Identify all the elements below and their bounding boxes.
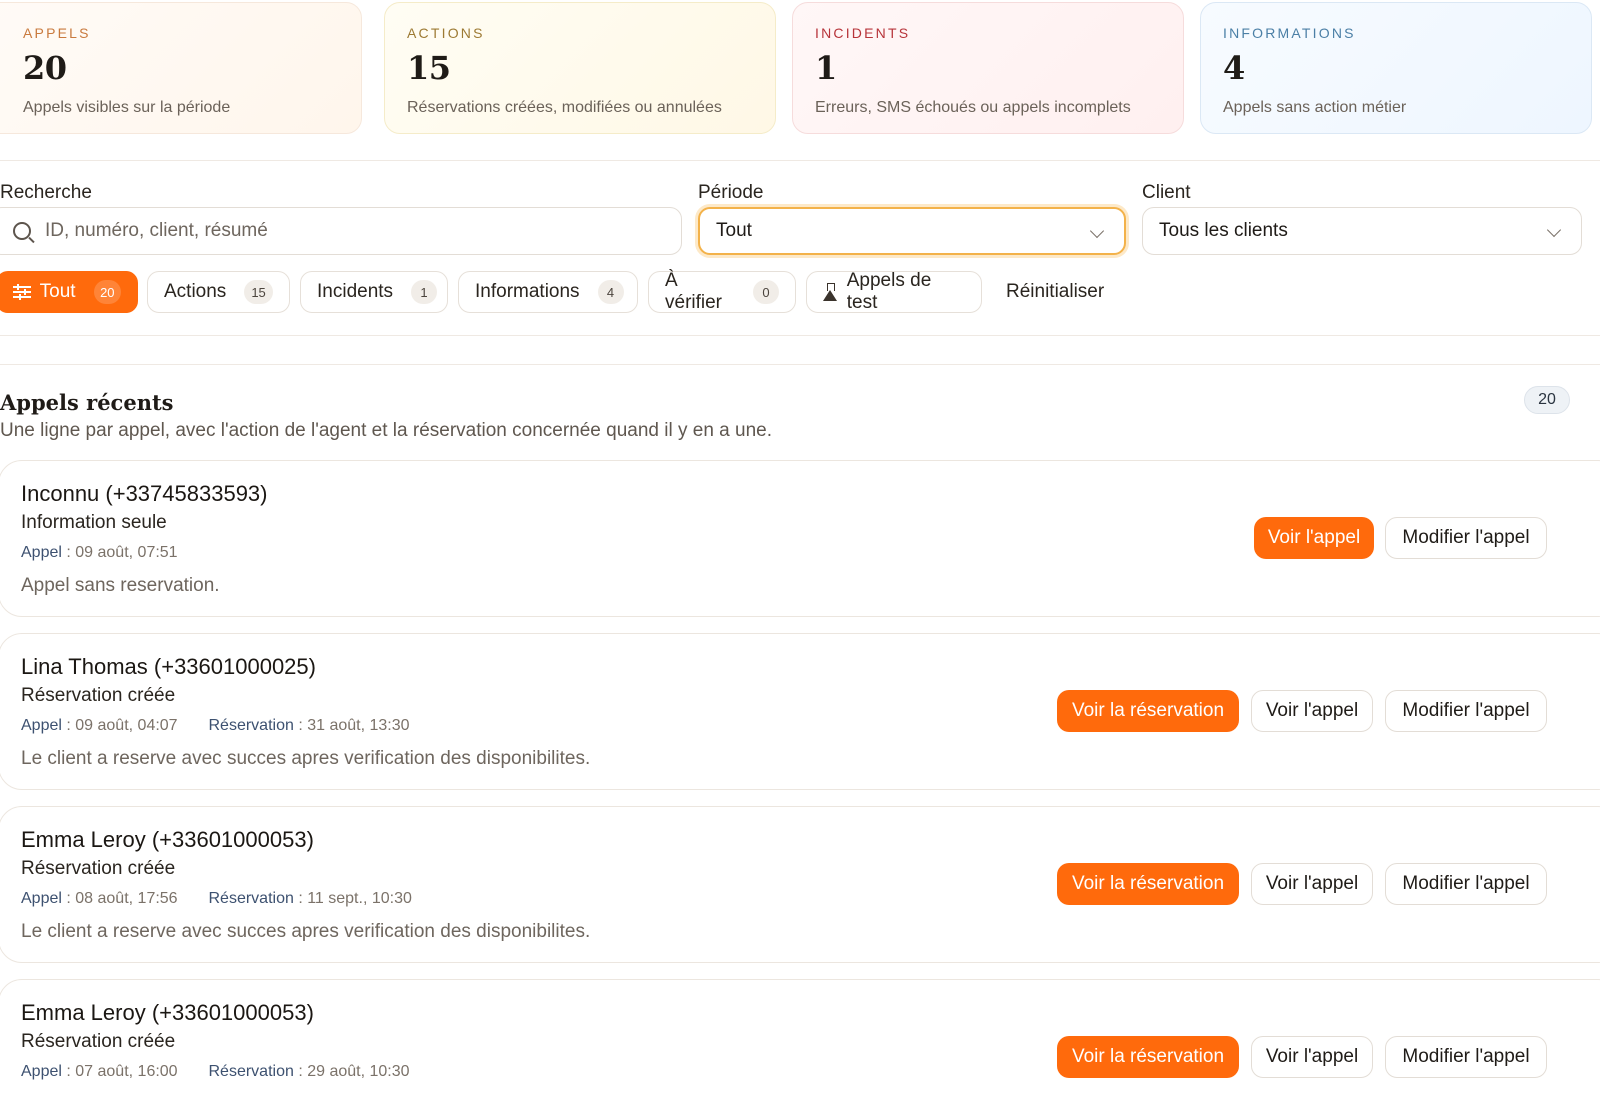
- period-value: Tout: [716, 220, 752, 241]
- client-value: Tous les clients: [1159, 220, 1288, 241]
- client-select[interactable]: Tous les clients: [1142, 207, 1582, 255]
- call-time-label: Appel: [21, 544, 62, 561]
- call-time: : 07 août, 16:00: [66, 1063, 178, 1080]
- reservation-time-label: Réservation: [208, 890, 294, 907]
- call-time: : 08 août, 17:56: [66, 890, 178, 907]
- call-summary: Le client a reserve avec succes apres ve…: [21, 748, 591, 769]
- edit-call-button[interactable]: Modifier l'appel: [1385, 690, 1547, 732]
- call-time-label: Appel: [21, 717, 62, 734]
- call-time-label: Appel: [21, 1063, 62, 1080]
- view-reservation-button[interactable]: Voir la réservation: [1057, 690, 1239, 732]
- stat-value: 1: [815, 49, 837, 87]
- chip-count: 4: [597, 280, 624, 304]
- call-meta: Appel : 09 août, 04:07 Réservation : 31 …: [21, 717, 410, 735]
- page: APPELS 20 Appels visibles sur la période…: [0, 0, 1600, 1105]
- chip-label: Informations: [475, 281, 580, 302]
- section-divider: [0, 364, 1600, 365]
- client-label: Client: [1142, 182, 1191, 203]
- filter-chip-appels-de-test[interactable]: Appels de test: [806, 270, 982, 313]
- chip-label: Réinitialiser: [1006, 281, 1105, 302]
- call-status: Information seule: [21, 512, 167, 533]
- caller-name: Emma Leroy (+33601000053): [21, 1000, 314, 1025]
- call-time: : 09 août, 07:51: [66, 544, 178, 561]
- call-row: Lina Thomas (+33601000025) Réservation c…: [0, 633, 1600, 790]
- reservation-time: : 31 août, 13:30: [298, 717, 410, 734]
- call-row: Inconnu (+33745833593) Information seule…: [0, 460, 1600, 617]
- call-status: Réservation créée: [21, 1031, 176, 1052]
- stats-row: APPELS 20 Appels visibles sur la période…: [0, 0, 1600, 136]
- search-placeholder: ID, numéro, client, résumé: [45, 220, 268, 241]
- stat-card-actions: ACTIONS 15 Réservations créées, modifiée…: [384, 2, 776, 134]
- filter-chip-actions[interactable]: Actions 15: [147, 271, 290, 313]
- chevron-down-icon: [1546, 222, 1562, 238]
- chevron-down-icon: [1089, 223, 1105, 239]
- stat-card-appels: APPELS 20 Appels visibles sur la période: [0, 2, 362, 134]
- reservation-time-label: Réservation: [208, 717, 294, 734]
- call-meta: Appel : 07 août, 16:00 Réservation : 29 …: [21, 1063, 410, 1081]
- chip-label: Tout: [39, 281, 76, 302]
- chip-label: Actions: [164, 281, 227, 302]
- period-select[interactable]: Tout: [698, 207, 1126, 255]
- stat-desc: Erreurs, SMS échoués ou appels incomplet…: [815, 99, 1131, 116]
- view-reservation-button[interactable]: Voir la réservation: [1057, 863, 1239, 905]
- caller-name: Emma Leroy (+33601000053): [21, 827, 314, 852]
- period-label: Période: [698, 182, 764, 203]
- call-summary: Appel sans reservation.: [21, 575, 220, 596]
- chip-label: Incidents: [317, 281, 394, 302]
- call-meta: Appel : 09 août, 07:51: [21, 544, 178, 562]
- search-input[interactable]: ID, numéro, client, résumé: [0, 207, 682, 255]
- sliders-icon: [13, 284, 31, 300]
- filter-chip-incidents[interactable]: Incidents 1: [300, 271, 448, 313]
- stat-label: INFORMATIONS: [1223, 25, 1356, 41]
- chip-label: À vérifier: [665, 270, 723, 313]
- call-row: Emma Leroy (+33601000053) Réservation cr…: [0, 979, 1600, 1105]
- stat-label: INCIDENTS: [815, 25, 911, 41]
- chip-count: 0: [753, 280, 779, 304]
- stat-value: 4: [1223, 49, 1245, 87]
- call-meta: Appel : 08 août, 17:56 Réservation : 11 …: [21, 890, 412, 908]
- chip-label: Appels de test: [846, 270, 932, 313]
- view-call-button[interactable]: Voir l'appel: [1254, 517, 1374, 559]
- edit-call-button[interactable]: Modifier l'appel: [1385, 1036, 1547, 1078]
- filter-chip-tout[interactable]: Tout 20: [0, 271, 138, 313]
- edit-call-button[interactable]: Modifier l'appel: [1385, 517, 1547, 559]
- stat-label: APPELS: [23, 25, 91, 41]
- caller-name: Lina Thomas (+33601000025): [21, 654, 316, 679]
- flask-icon: [823, 283, 837, 301]
- view-call-button[interactable]: Voir l'appel: [1251, 690, 1373, 732]
- call-summary: Le client a reserve avec succes apres ve…: [21, 921, 591, 942]
- stat-card-incidents: INCIDENTS 1 Erreurs, SMS échoués ou appe…: [792, 2, 1184, 134]
- search-icon: [13, 222, 31, 240]
- stat-desc: Réservations créées, modifiées ou annulé…: [407, 99, 722, 116]
- stat-desc: Appels sans action métier: [1223, 99, 1407, 116]
- view-call-button[interactable]: Voir l'appel: [1251, 863, 1373, 905]
- reservation-time: : 11 sept., 10:30: [298, 890, 412, 907]
- section-subtitle: Une ligne par appel, avec l'action de l'…: [0, 420, 772, 441]
- filter-chip-informations[interactable]: Informations 4: [458, 271, 638, 313]
- call-status: Réservation créée: [21, 685, 176, 706]
- call-time: : 09 août, 04:07: [66, 717, 178, 734]
- reservation-time: : 29 août, 10:30: [298, 1063, 410, 1080]
- stat-value: 20: [23, 49, 67, 87]
- call-time-label: Appel: [21, 890, 62, 907]
- edit-call-button[interactable]: Modifier l'appel: [1385, 863, 1547, 905]
- stat-card-informations: INFORMATIONS 4 Appels sans action métier: [1200, 2, 1592, 134]
- chip-count: 15: [244, 280, 273, 304]
- chip-count: 1: [411, 280, 438, 304]
- caller-name: Inconnu (+33745833593): [21, 481, 268, 506]
- reservation-time-label: Réservation: [208, 1063, 294, 1080]
- count-badge: 20: [1524, 386, 1570, 414]
- search-label: Recherche: [0, 182, 92, 203]
- stat-desc: Appels visibles sur la période: [23, 99, 231, 116]
- section-title: Appels récents: [0, 390, 174, 415]
- chip-count: 20: [93, 280, 121, 304]
- call-row: Emma Leroy (+33601000053) Réservation cr…: [0, 806, 1600, 963]
- view-call-button[interactable]: Voir l'appel: [1251, 1036, 1373, 1078]
- stat-value: 15: [407, 49, 451, 87]
- reset-filters-button[interactable]: Réinitialiser: [990, 271, 1120, 313]
- stat-label: ACTIONS: [407, 25, 485, 41]
- filter-chip-a-verifier[interactable]: À vérifier 0: [648, 270, 796, 313]
- view-reservation-button[interactable]: Voir la réservation: [1057, 1036, 1239, 1078]
- call-status: Réservation créée: [21, 858, 176, 879]
